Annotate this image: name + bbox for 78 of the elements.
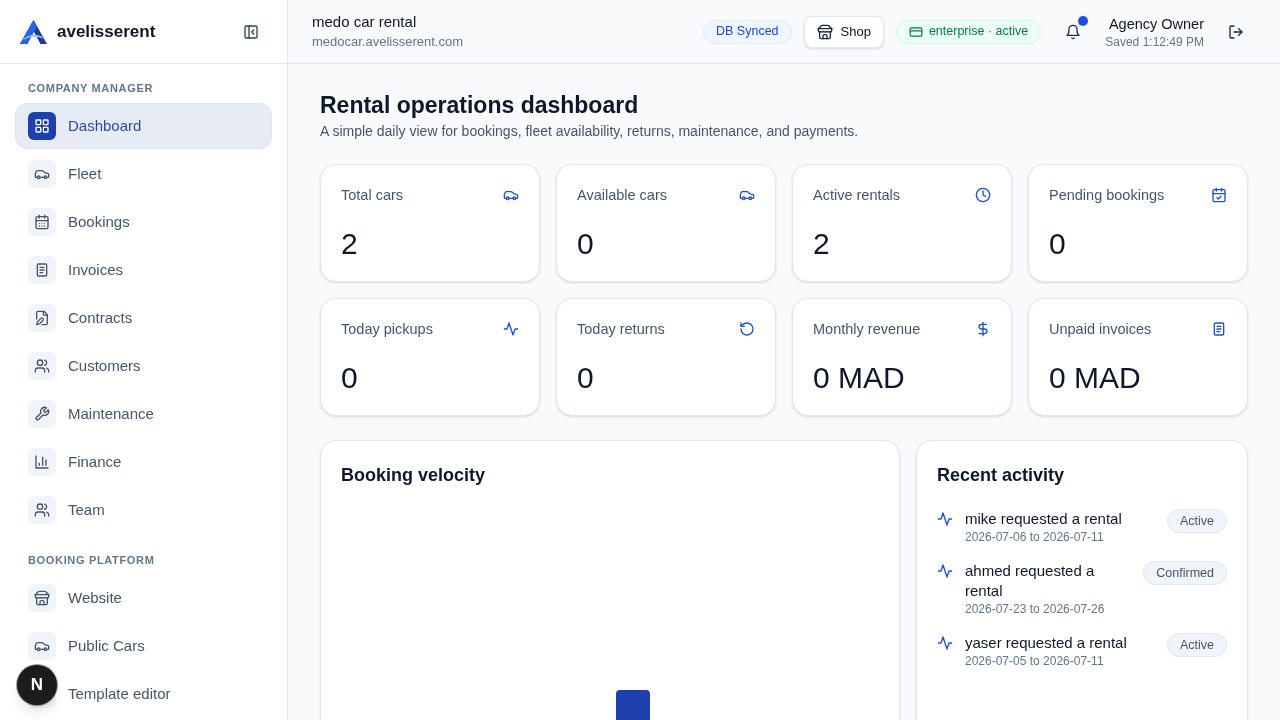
- card-icon: [908, 24, 923, 39]
- sidebar-item[interactable]: Customers: [16, 344, 271, 388]
- activity-text: mike requested a rental: [965, 509, 1122, 529]
- dev-tools-button[interactable]: N: [17, 665, 57, 705]
- car-icon: [28, 632, 56, 660]
- logout-icon[interactable]: [1228, 23, 1244, 40]
- company-domain: medocar.avelisserent.com: [312, 32, 463, 51]
- saved-time: Saved 1:12:49 PM: [1105, 33, 1204, 50]
- document-pen-icon: [28, 304, 56, 332]
- users-icon: [28, 352, 56, 380]
- rotate-icon: [739, 321, 755, 337]
- grid-icon: [28, 112, 56, 140]
- sidebar-item[interactable]: Maintenance: [16, 392, 271, 436]
- plan-label: enterprise · active: [928, 23, 1029, 41]
- section-heading: COMPANY MANAGER: [27, 81, 154, 96]
- stat-label: Total cars: [341, 186, 404, 205]
- activity-dates: 2026-07-05 to 2026-07-11: [965, 653, 1105, 669]
- sidebar-item[interactable]: Finance: [16, 440, 271, 484]
- pulse-icon: [937, 511, 953, 527]
- sidebar-item[interactable]: Fleet: [16, 152, 271, 196]
- sidebar-item[interactable]: Dashboard: [16, 104, 271, 148]
- stat-value: 2: [813, 226, 831, 262]
- activity-dates: 2026-07-06 to 2026-07-11: [965, 529, 1105, 545]
- stat-label: Today returns: [577, 320, 665, 339]
- stat-value: 0: [577, 360, 595, 396]
- status-badge: Active: [1166, 509, 1227, 533]
- stat-value: 0 MAD: [813, 360, 906, 396]
- stat-label: Active rentals: [813, 186, 901, 205]
- stat-label: Today pickups: [341, 320, 433, 339]
- bar-chart-icon: [28, 448, 56, 476]
- calendar-check-icon: [1211, 187, 1227, 203]
- sidebar-item[interactable]: Bookings: [16, 200, 271, 244]
- stat-value: 0: [1049, 226, 1067, 262]
- wrench-icon: [28, 400, 56, 428]
- sidebar-item[interactable]: Contracts: [16, 296, 271, 340]
- store-icon: [816, 23, 833, 40]
- activity-title: Recent activity: [937, 464, 1066, 487]
- store-icon: [28, 584, 56, 612]
- bell-icon[interactable]: [1065, 23, 1082, 40]
- pulse-icon: [937, 635, 953, 651]
- pulse-icon: [503, 321, 519, 337]
- activity-dates: 2026-07-23 to 2026-07-26: [965, 601, 1106, 617]
- stat-label: Pending bookings: [1049, 186, 1165, 205]
- users-icon: [28, 496, 56, 524]
- stat-label: Monthly revenue: [813, 320, 921, 339]
- status-badge: Active: [1166, 633, 1227, 657]
- page-subtitle: A simple daily view for bookings, fleet availability, returns, maintenance, and payments.: [320, 122, 860, 141]
- clock-icon: [975, 187, 991, 203]
- document-icon: [1211, 321, 1227, 337]
- sidebar-item[interactable]: Team: [16, 488, 271, 532]
- document-icon: [28, 256, 56, 284]
- activity-text: yaser requested a rental: [965, 633, 1127, 653]
- sidebar-item[interactable]: Invoices: [16, 248, 271, 292]
- sidebar-item[interactable]: Website: [16, 576, 271, 620]
- section-heading: BOOKING PLATFORM: [27, 553, 156, 568]
- stat-label: Available cars: [577, 186, 667, 205]
- page-title: Rental operations dashboard: [320, 91, 640, 120]
- stat-value: 0: [577, 226, 595, 262]
- sync-badge: DB Synced: [703, 19, 792, 44]
- logo-icon: [20, 19, 47, 44]
- stat-value: 0: [341, 360, 359, 396]
- chart-title: Booking velocity: [341, 464, 487, 487]
- dollar-icon: [975, 321, 991, 337]
- stat-value: 0 MAD: [1049, 360, 1142, 396]
- stat-value: 2: [341, 226, 359, 262]
- stat-label: Unpaid invoices: [1049, 320, 1152, 339]
- panel-left-icon[interactable]: [243, 23, 259, 40]
- brand-name: avelisserent: [57, 20, 156, 43]
- calendar-icon: [28, 208, 56, 236]
- car-icon: [28, 160, 56, 188]
- chart-bar: [616, 690, 650, 720]
- sidebar-item[interactable]: Public Cars: [16, 624, 271, 668]
- pulse-icon: [937, 563, 953, 579]
- shop-button[interactable]: Shop: [803, 15, 884, 48]
- user-name: Agency Owner: [1108, 14, 1204, 34]
- status-badge: Confirmed: [1143, 561, 1227, 585]
- company-name: medo car rental: [312, 11, 418, 32]
- activity-text: ahmed requested a rental: [965, 561, 1096, 601]
